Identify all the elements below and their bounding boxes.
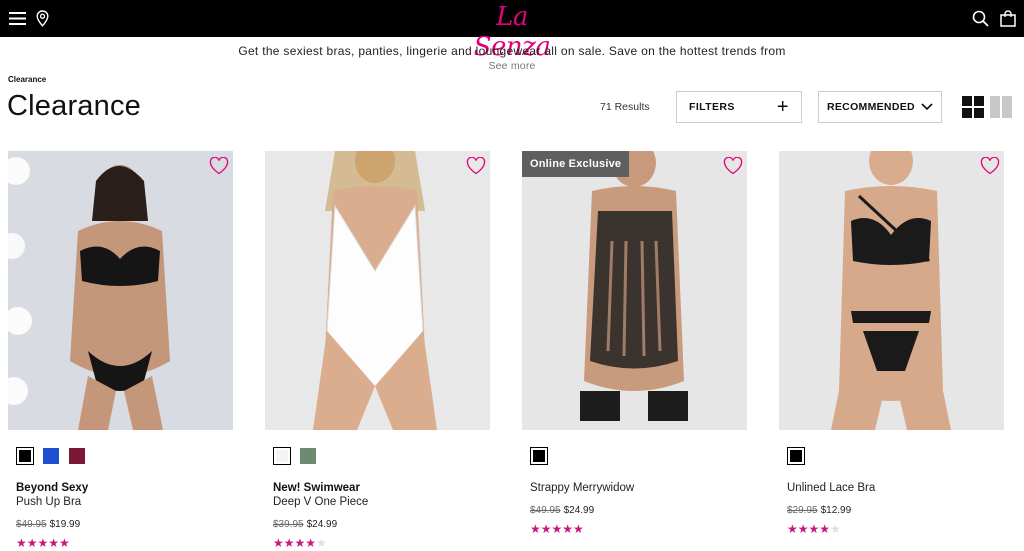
grid-4-icon[interactable] xyxy=(962,96,984,118)
heart-icon[interactable] xyxy=(209,157,229,175)
star-rating: ★★★★★ xyxy=(530,522,584,536)
see-more-link[interactable]: See more xyxy=(0,60,1024,72)
location-icon[interactable] xyxy=(33,0,51,37)
product-brand[interactable]: Beyond Sexy xyxy=(16,482,88,494)
star-rating: ★★★★★ xyxy=(273,536,327,550)
original-price: $29.95 xyxy=(787,505,818,516)
heart-icon[interactable] xyxy=(723,157,743,175)
heart-icon[interactable] xyxy=(980,157,1000,175)
menu-icon[interactable] xyxy=(6,0,28,37)
star-rating: ★★★★★ xyxy=(16,536,70,550)
original-price: $39.95 xyxy=(273,519,304,530)
sale-price: $19.99 xyxy=(49,519,81,530)
shopping-bag-icon[interactable] xyxy=(998,0,1018,37)
product-name[interactable]: Unlined Lace Bra xyxy=(787,482,875,494)
color-swatches xyxy=(16,447,86,465)
swatch-burgundy[interactable] xyxy=(68,447,86,465)
chevron-down-icon xyxy=(921,103,933,111)
page-title: Clearance xyxy=(7,90,141,122)
swatch-black[interactable] xyxy=(787,447,805,465)
color-swatches xyxy=(530,447,548,465)
sale-price: $24.99 xyxy=(306,519,338,530)
product-price: $29.95 $12.99 xyxy=(787,505,851,516)
swatch-blue[interactable] xyxy=(42,447,60,465)
swatch-black[interactable] xyxy=(530,447,548,465)
plus-icon: + xyxy=(776,96,789,118)
swatch-sage[interactable] xyxy=(299,447,317,465)
filters-button[interactable]: FILTERS + xyxy=(676,91,802,123)
product-image[interactable] xyxy=(8,151,233,430)
online-exclusive-badge: Online Exclusive xyxy=(522,151,630,177)
filters-label: FILTERS xyxy=(689,101,735,113)
product-price: $49.95 $19.99 xyxy=(16,519,80,530)
sort-label: RECOMMENDED xyxy=(827,101,915,113)
swatch-black[interactable] xyxy=(16,447,34,465)
promo-text: Get the sexiest bras, panties, lingerie … xyxy=(238,44,786,58)
swatch-white[interactable] xyxy=(273,447,291,465)
product-brand[interactable]: New! Swimwear xyxy=(273,482,360,494)
product-name[interactable]: Strappy Merrywidow xyxy=(530,482,634,494)
original-price: $49.95 xyxy=(16,519,47,530)
search-icon[interactable] xyxy=(970,0,990,37)
sale-price: $24.99 xyxy=(563,505,595,516)
site-logo[interactable]: La Senza xyxy=(462,2,562,62)
product-price: $39.95 $24.99 xyxy=(273,519,337,530)
heart-icon[interactable] xyxy=(466,157,486,175)
product-image[interactable] xyxy=(779,151,1004,430)
results-count: 71 Results xyxy=(600,101,650,113)
color-swatches xyxy=(273,447,317,465)
color-swatches xyxy=(787,447,805,465)
original-price: $49.95 xyxy=(530,505,561,516)
product-price: $49.95 $24.99 xyxy=(530,505,594,516)
sort-dropdown[interactable]: RECOMMENDED xyxy=(818,91,942,123)
sale-price: $12.99 xyxy=(820,505,852,516)
product-image[interactable] xyxy=(265,151,490,430)
breadcrumb[interactable]: Clearance xyxy=(8,75,46,84)
product-name[interactable]: Deep V One Piece xyxy=(273,496,368,508)
product-image[interactable]: Online Exclusive xyxy=(522,151,747,430)
product-name[interactable]: Push Up Bra xyxy=(16,496,81,508)
star-rating: ★★★★★ xyxy=(787,522,841,536)
top-nav-bar: La Senza xyxy=(0,0,1024,62)
grid-2-icon[interactable] xyxy=(990,96,1012,118)
